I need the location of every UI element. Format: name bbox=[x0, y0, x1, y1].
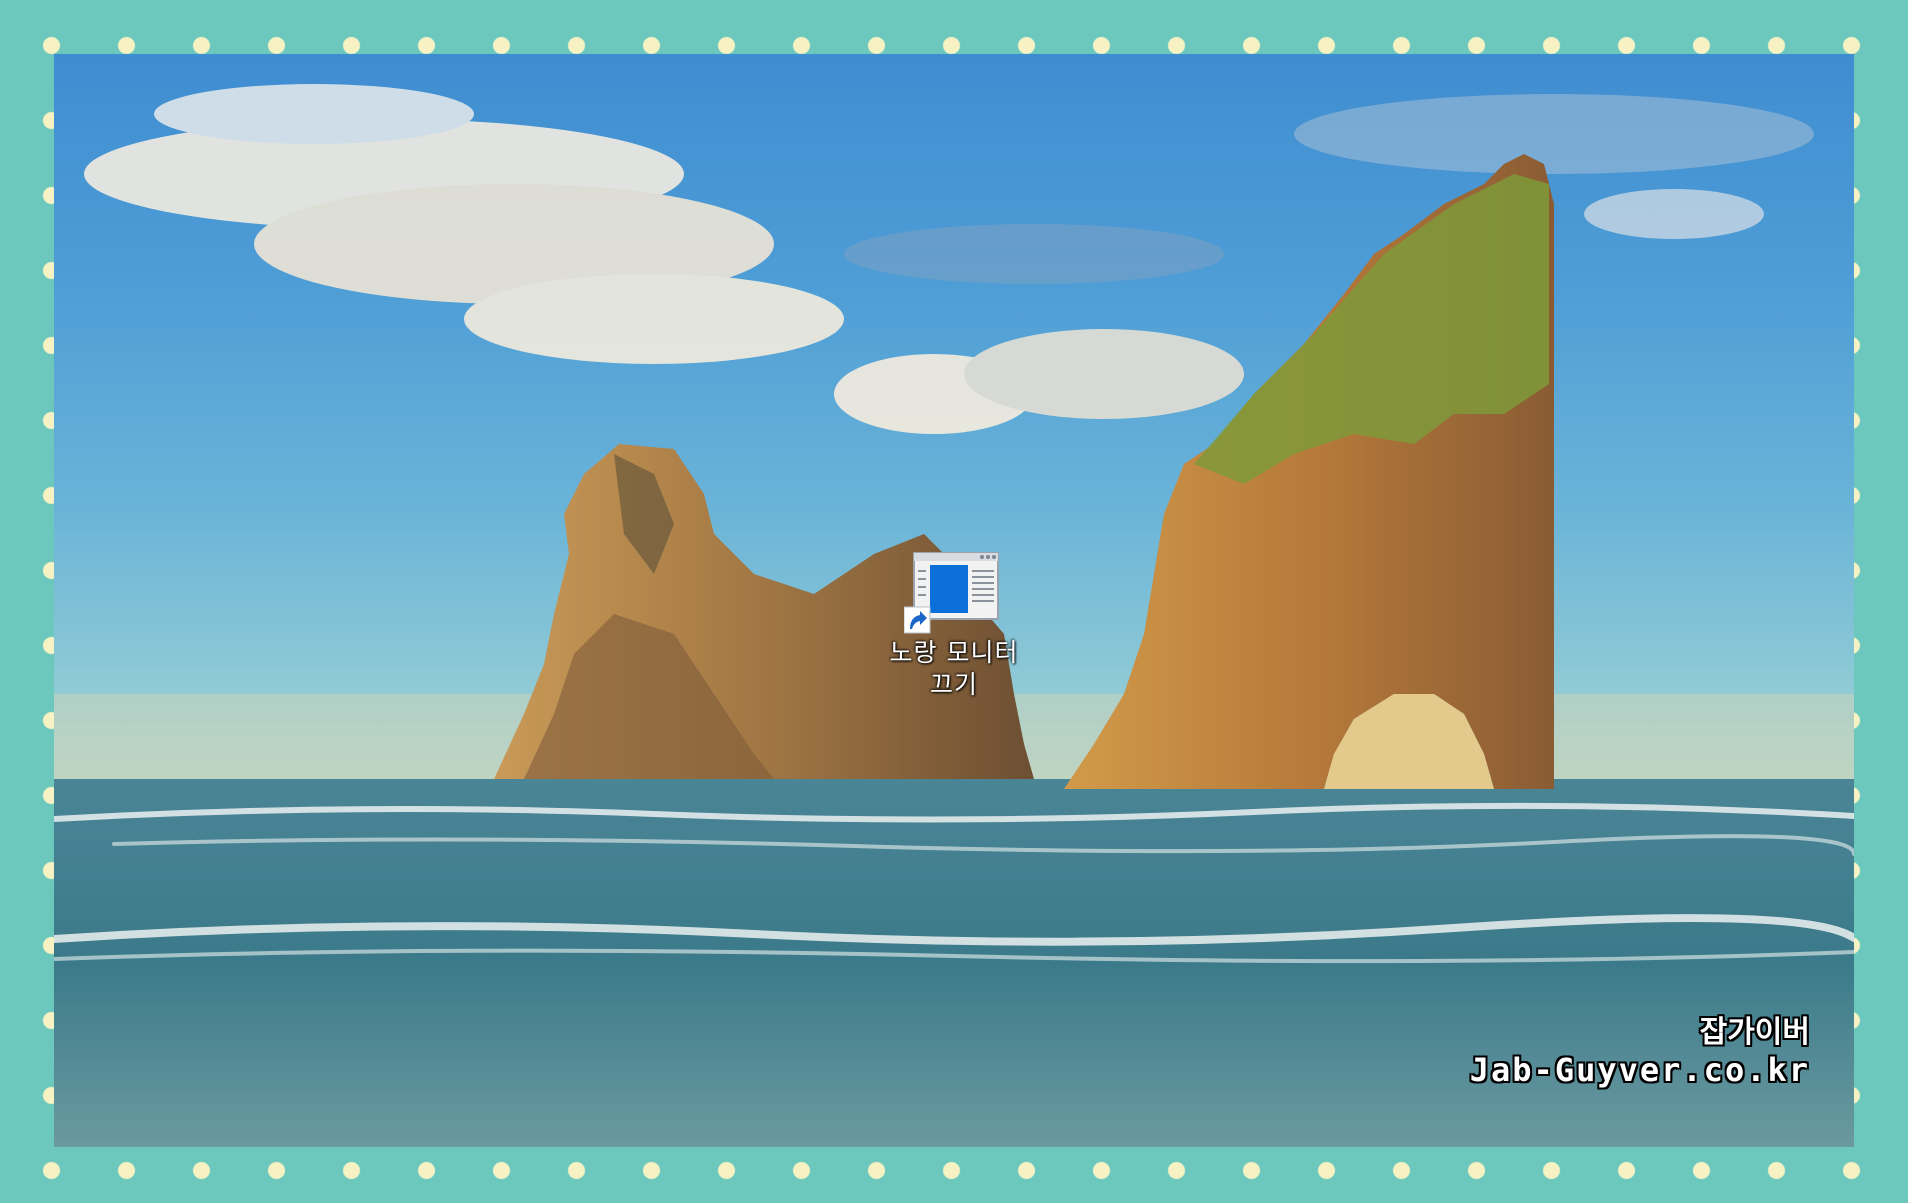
watermark-korean: 잡가이버 bbox=[1699, 1015, 1810, 1050]
desktop-wallpaper[interactable]: 노랑 모니터 끄기 잡가이버 Jab-Guyver.co.kr bbox=[54, 54, 1854, 1147]
site-watermark: 잡가이버 Jab-Guyver.co.kr bbox=[1470, 1015, 1810, 1089]
clouds bbox=[84, 84, 1814, 434]
shortcut-arrow-icon bbox=[904, 606, 931, 634]
shortcut-label: 노랑 모니터 끄기 bbox=[889, 638, 1019, 699]
watermark-url: Jab-Guyver.co.kr bbox=[1469, 1051, 1810, 1089]
desktop-shortcut[interactable]: 노랑 모니터 끄기 bbox=[814, 547, 1094, 701]
app-window-icon bbox=[904, 547, 1004, 637]
